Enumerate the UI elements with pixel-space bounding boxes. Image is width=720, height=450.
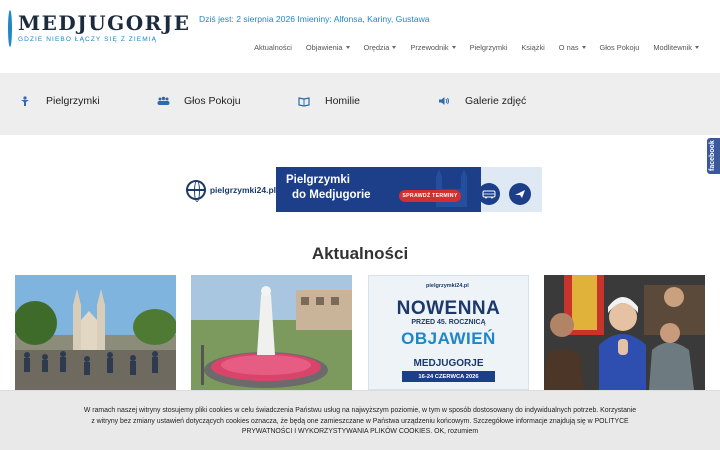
chevron-down-icon — [392, 46, 397, 49]
news-card-4[interactable] — [544, 275, 705, 390]
nav-item-oredzia[interactable]: Orędzia — [357, 43, 404, 52]
nav-item-glos-pokoju[interactable]: Głos Pokoju — [593, 43, 647, 52]
card-dates-badge: 16-24 CZERWCA 2026 — [402, 371, 495, 382]
pilgrimage-banner[interactable]: pielgrzymki24.pl Pielgrzymki do Medjugor… — [184, 167, 542, 212]
quick-link-pielgrzymki[interactable]: Pielgrzymki — [18, 95, 100, 107]
chevron-down-icon — [345, 46, 350, 49]
globe-icon — [186, 179, 206, 202]
quick-link-glos-pokoju[interactable]: Głos Pokoju — [156, 95, 241, 107]
statue-photo — [191, 275, 352, 390]
banner-brand: pielgrzymki24.pl — [209, 184, 276, 195]
pilgrim-icon — [18, 95, 32, 107]
card-line-4: MEDJUGORJE — [413, 358, 484, 369]
chevron-down-icon — [581, 46, 586, 49]
nav-item-przewodnik[interactable]: Przewodnik — [403, 43, 462, 52]
nav-item-pielgrzymki[interactable]: Pielgrzymki — [463, 43, 515, 52]
site-logo[interactable]: MEDJUGORJE GDZIE NIEBO ŁĄCZY SIĘ Z ZIEMI… — [8, 8, 189, 48]
church-photo — [15, 275, 176, 390]
news-card-1[interactable] — [15, 275, 176, 390]
people-icon — [156, 95, 170, 107]
nav-item-objawienia[interactable]: Objawienia — [299, 43, 357, 52]
today-info: Dziś jest: 2 sierpnia 2026 Imieniny: Alf… — [199, 14, 430, 24]
quick-links-bar: Pielgrzymki Głos Pokoju Homilie Galerie … — [0, 73, 720, 135]
bus-icon — [478, 183, 500, 205]
chevron-down-icon — [451, 46, 456, 49]
chevron-down-icon — [695, 46, 699, 49]
nav-item-aktualnosci[interactable]: Aktualności — [247, 43, 299, 52]
quick-link-label: Pielgrzymki — [46, 95, 100, 107]
news-card-2[interactable] — [191, 275, 352, 390]
banner-line-1: Pielgrzymki — [286, 174, 350, 186]
quick-link-galerie[interactable]: Galerie zdjęć — [437, 95, 526, 107]
facebook-label: facebook — [709, 140, 716, 171]
news-section-title: Aktualności — [311, 244, 409, 263]
banner-headline: Pielgrzymki do Medjugorie SPRAWDŹ TERMIN… — [276, 167, 481, 212]
card-line-1: NOWENNA — [396, 298, 501, 319]
news-card-3[interactable]: pielgrzymki24.pl NOWENNA PRZED 45. ROCZN… — [368, 275, 529, 390]
main-nav: Aktualności Objawienia Orędzia Przewodni… — [247, 43, 706, 52]
card-brand: pielgrzymki24.pl — [426, 283, 469, 289]
quick-link-homilie[interactable]: Homilie — [297, 95, 360, 107]
cookie-text: W ramach naszej witryny stosujemy pliki … — [83, 407, 637, 435]
logo-title: MEDJUGORJE — [18, 11, 191, 35]
crowd-photo — [544, 275, 705, 390]
quick-link-label: Galerie zdjęć — [465, 95, 527, 107]
quick-link-label: Homilie — [325, 95, 361, 107]
cookie-consent-bar: W ramach naszej witryny stosujemy pliki … — [0, 390, 720, 450]
church-logo-icon — [8, 9, 12, 47]
card-line-2: PRZED 45. ROCZNICĄ — [411, 319, 486, 326]
book-icon — [297, 95, 311, 107]
banner-line-2: do Medjugorie — [292, 189, 371, 201]
nav-item-ksiazki[interactable]: Książki — [514, 43, 551, 52]
quick-link-label: Głos Pokoju — [184, 95, 241, 107]
cookie-accept-button[interactable]: OK, rozumiem — [434, 428, 478, 435]
speaker-icon — [437, 95, 451, 107]
nav-item-o-nas[interactable]: O nas — [552, 43, 593, 52]
card-line-3: OBJAWIEŃ — [401, 329, 496, 348]
check-dates-button[interactable]: SPRAWDŹ TERMINY — [399, 190, 461, 202]
nav-item-modlitewnik[interactable]: Modlitewnik — [646, 43, 706, 52]
logo-subtitle: GDZIE NIEBO ŁĄCZY SIĘ Z ZIEMIĄ — [18, 36, 158, 43]
plane-icon — [509, 183, 531, 205]
facebook-tab[interactable]: facebook — [707, 138, 720, 174]
site-header: MEDJUGORJE GDZIE NIEBO ŁĄCZY SIĘ Z ZIEMI… — [0, 0, 720, 73]
